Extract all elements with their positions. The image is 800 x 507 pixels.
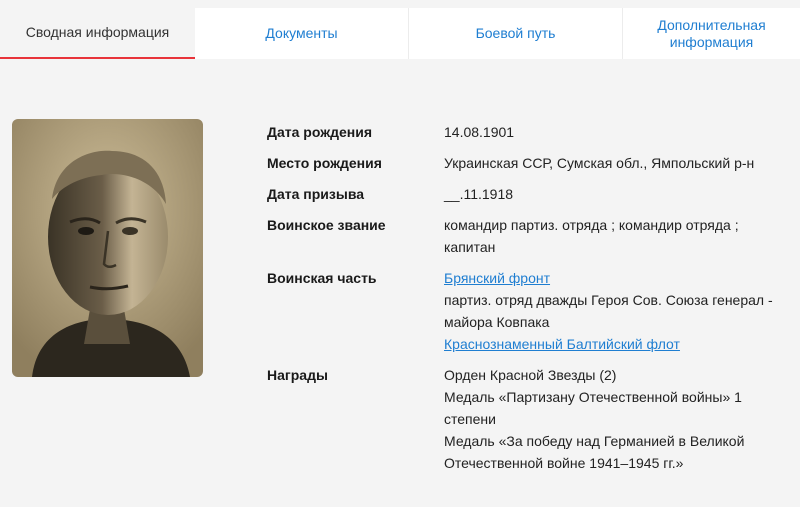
rank-value: командир партиз. отряда ; командир отряд…: [444, 217, 739, 255]
tab-combat-path[interactable]: Боевой путь: [409, 8, 623, 59]
draft-date-value: __.11.1918: [444, 186, 514, 202]
unit-value: Брянский фронт партиз. отряд дважды Геро…: [444, 267, 787, 355]
portrait-photo: [12, 119, 203, 377]
draft-date-label: Дата призыва: [267, 186, 365, 202]
draft-date-row: Дата призыва __.11.1918: [267, 183, 787, 205]
unit-label: Воинская часть: [267, 270, 377, 286]
birth-place-row: Место рождения Украинская ССР, Сумская о…: [267, 152, 787, 174]
rank-row: Воинское звание командир партиз. отряда …: [267, 214, 787, 258]
birth-date-row: Дата рождения 14.08.1901: [267, 121, 787, 143]
tab-summary[interactable]: Сводная информация: [0, 8, 195, 59]
awards-label: Награды: [267, 367, 328, 383]
birth-place-label: Место рождения: [267, 155, 382, 171]
birth-date-label: Дата рождения: [267, 124, 373, 140]
unit-row: Воинская часть Брянский фронт партиз. от…: [267, 267, 787, 355]
birth-place-value: Украинская ССР, Сумская обл., Ямпольский…: [444, 155, 755, 171]
award-item: Медаль «Партизану Отечественной войны» 1…: [444, 389, 742, 427]
baltic-fleet-link[interactable]: Краснознаменный Балтийский флот: [444, 333, 787, 355]
tab-bar: Сводная информация Документы Боевой путь…: [0, 8, 800, 59]
personal-info: Дата рождения 14.08.1901 Место рождения …: [267, 121, 787, 483]
bryansk-front-link[interactable]: Брянский фронт: [444, 267, 787, 289]
award-item: Орден Красной Звезды (2): [444, 367, 617, 383]
awards-list: Орден Красной Звезды (2) Медаль «Партиза…: [444, 364, 787, 474]
tab-additional-info[interactable]: Дополнительная информация: [623, 8, 800, 59]
unit-description: партиз. отряд дважды Героя Сов. Союза ге…: [444, 292, 773, 330]
birth-date-value: 14.08.1901: [444, 124, 515, 140]
rank-label: Воинское звание: [267, 217, 386, 233]
award-item: Медаль «За победу над Германией в Велико…: [444, 433, 745, 471]
awards-row: Награды Орден Красной Звезды (2) Медаль …: [267, 364, 787, 474]
tab-documents[interactable]: Документы: [195, 8, 409, 59]
